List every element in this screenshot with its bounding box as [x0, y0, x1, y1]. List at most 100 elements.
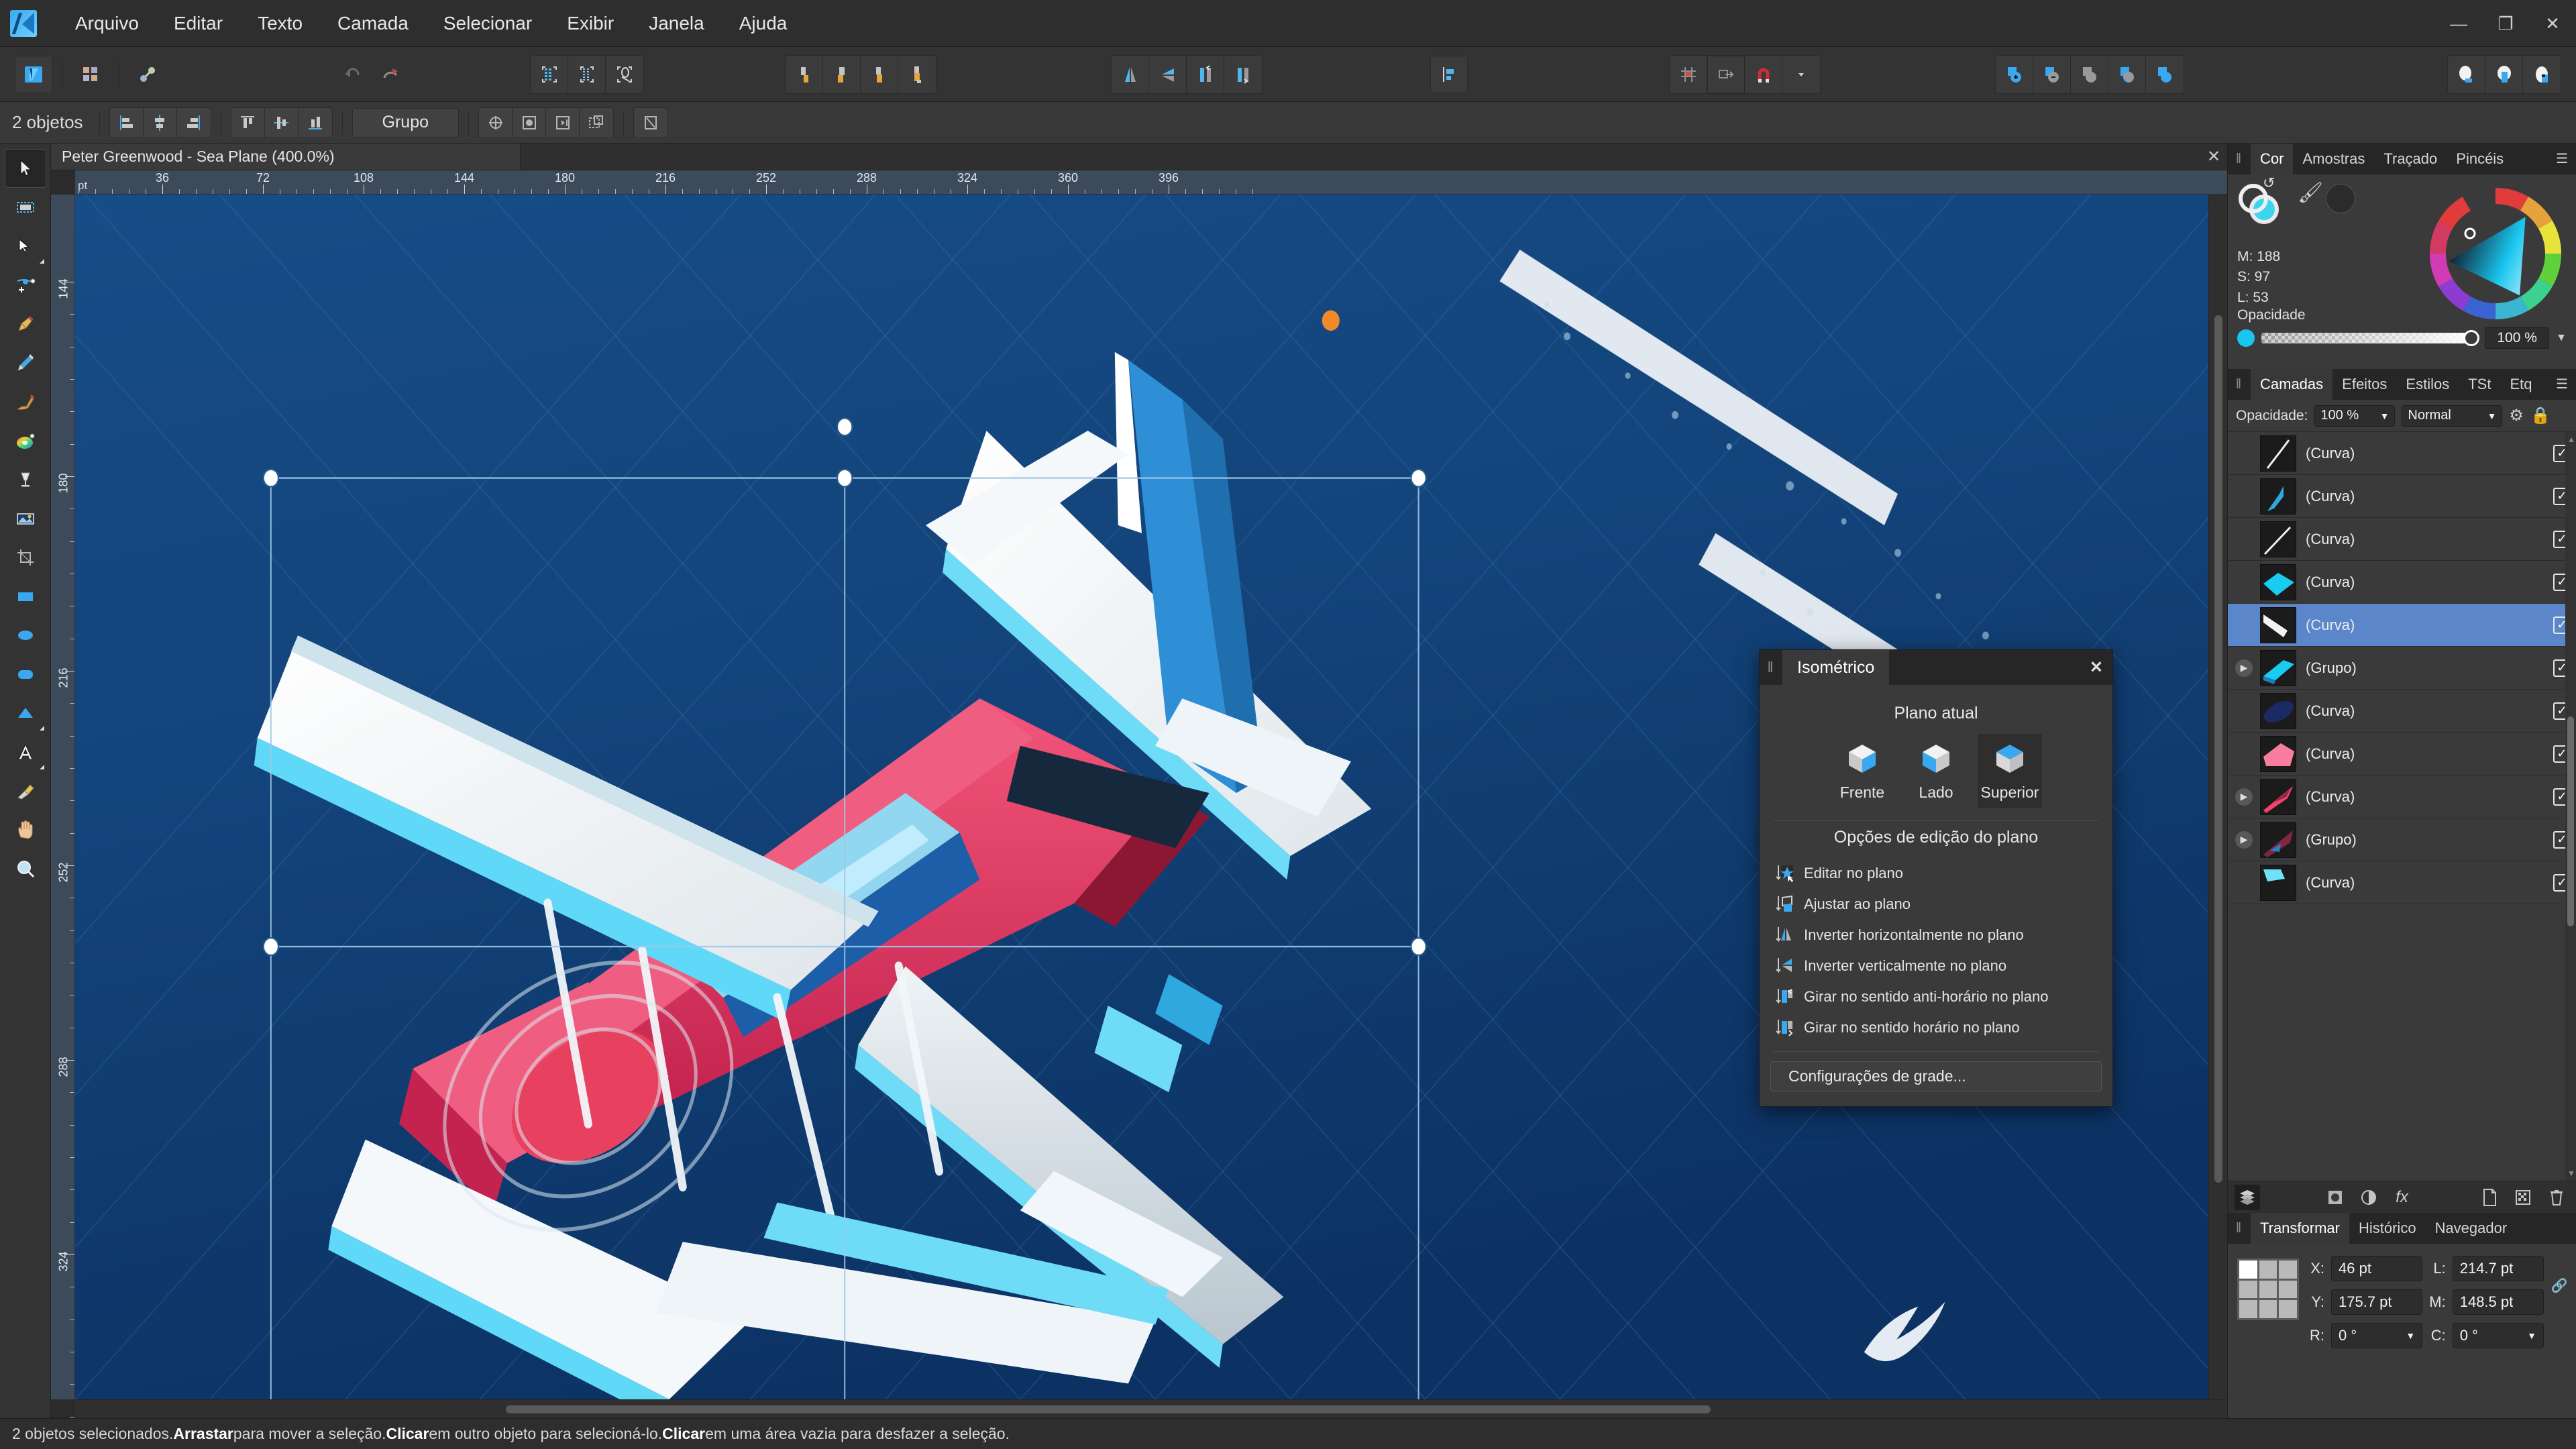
adjustment-icon[interactable] [2356, 1185, 2381, 1210]
ellipse-tool[interactable] [5, 616, 46, 655]
duplicate-button[interactable] [580, 108, 613, 138]
menu-texto[interactable]: Texto [240, 0, 320, 47]
zoom-tool[interactable] [5, 849, 46, 888]
table-row[interactable]: (Curva) ✓ [2228, 475, 2576, 518]
document-close-button[interactable]: ✕ [2200, 144, 2227, 170]
layers-scroll-thumb[interactable] [2567, 716, 2574, 926]
scroll-up-icon[interactable]: ▲ [2567, 435, 2575, 444]
panel-grip-icon[interactable]: ‖ [2228, 369, 2251, 400]
align-left-button[interactable] [110, 108, 144, 138]
align-center-h-button[interactable] [144, 108, 177, 138]
table-row[interactable]: ▶ (Grupo) ✓ [2228, 818, 2576, 861]
assistant-grid-button[interactable] [531, 56, 568, 93]
option-girar-anti-horario[interactable]: Girar no sentido anti-horário no plano [1770, 981, 2102, 1012]
vertical-scrollbar[interactable] [2208, 195, 2227, 1399]
tab-cor[interactable]: Cor [2251, 144, 2293, 174]
fill-tool[interactable] [5, 421, 46, 460]
shear-field[interactable]: 0 ° ▼ [2453, 1323, 2544, 1348]
artistic-text-tool[interactable] [5, 733, 46, 771]
color-wheel[interactable] [2428, 186, 2563, 321]
stroke-style-button[interactable] [2485, 56, 2523, 93]
maximize-button[interactable]: ❐ [2482, 0, 2529, 47]
tab-transformar[interactable]: Transformar [2251, 1213, 2349, 1244]
snap-to-grid-button[interactable] [1707, 56, 1745, 93]
redo-button[interactable] [372, 56, 409, 93]
new-layer-icon[interactable] [2477, 1185, 2502, 1210]
table-row[interactable]: (Curva) ✓ [2228, 604, 2576, 647]
vector-crop-tool[interactable] [5, 771, 46, 810]
horizontal-ruler[interactable]: pt 3672108144180216252288324360396 [75, 170, 2227, 195]
horizontal-scrollbar[interactable] [75, 1399, 2227, 1418]
triangle-tool[interactable] [5, 694, 46, 733]
pencil-tool[interactable] [5, 343, 46, 382]
option-inverter-horizontalmente[interactable]: Inverter horizontalmente no plano [1770, 920, 2102, 951]
align-bottom-button[interactable] [299, 108, 332, 138]
persona-designer-button[interactable] [15, 56, 52, 93]
table-row[interactable]: (Curva) ✓ [2228, 690, 2576, 733]
tab-pinceis[interactable]: Pincéis [2447, 144, 2513, 174]
vertical-scroll-thumb[interactable] [2214, 315, 2222, 1183]
undo-button[interactable] [334, 56, 372, 93]
option-ajustar-ao-plano[interactable]: Ajustar ao plano [1770, 889, 2102, 920]
persona-pixel-button[interactable] [72, 56, 109, 93]
panel-menu-icon[interactable]: ☰ [2556, 152, 2568, 166]
tab-tracado[interactable]: Traçado [2374, 144, 2447, 174]
move-tool[interactable] [5, 149, 46, 188]
close-button[interactable]: ✕ [2529, 0, 2576, 47]
layers-list[interactable]: (Curva) ✓ (Curva) ✓ (Curva) ✓ [2228, 432, 2576, 1181]
panel-grip-icon[interactable]: ‖ [1760, 659, 1782, 676]
horizontal-scroll-thumb[interactable] [506, 1405, 1711, 1413]
layer-opacity-field[interactable]: 100 % ▼ [2314, 405, 2395, 427]
blend-mode-dropdown[interactable]: Normal ▼ [2402, 405, 2502, 427]
layer-expand-toggle[interactable]: ▶ [2228, 831, 2260, 849]
color-picker-icon[interactable]: 🖌 [2298, 181, 2323, 205]
rounded-rectangle-tool[interactable] [5, 655, 46, 694]
table-row[interactable]: (Curva) ✓ [2228, 861, 2576, 904]
align-right-button[interactable] [177, 108, 211, 138]
tab-camadas[interactable]: Camadas [2251, 369, 2332, 400]
transparency-tool[interactable] [5, 460, 46, 499]
align-right-button[interactable] [861, 56, 898, 93]
tab-efeitos[interactable]: Efeitos [2332, 369, 2396, 400]
text-frame-button[interactable] [1430, 56, 1468, 93]
tab-tst[interactable]: TSt [2459, 369, 2500, 400]
tab-navegador[interactable]: Navegador [2426, 1213, 2517, 1244]
layer-expand-toggle[interactable]: ▶ [2228, 659, 2260, 677]
menu-editar[interactable]: Editar [156, 0, 240, 47]
plane-frente-button[interactable]: Frente [1830, 734, 1894, 808]
x-field[interactable]: 46 pt [2331, 1256, 2422, 1281]
menu-selecionar[interactable]: Selecionar [426, 0, 549, 47]
rotation-center-button[interactable] [479, 108, 513, 138]
tab-estilos[interactable]: Estilos [2396, 369, 2459, 400]
flip-vertical-button[interactable] [1149, 56, 1187, 93]
opacity-slider[interactable] [2261, 333, 2478, 343]
panel-menu-icon[interactable]: ☰ [2556, 378, 2568, 391]
gear-icon[interactable]: ⚙ [2509, 406, 2524, 425]
distribute-button[interactable] [898, 56, 936, 93]
node-tool[interactable] [5, 227, 46, 266]
persona-export-button[interactable] [129, 56, 166, 93]
opacity-caret-icon[interactable]: ▼ [2556, 332, 2567, 344]
tab-etq[interactable]: Etq [2500, 369, 2541, 400]
grid-settings-button[interactable]: Configurações de grade... [1770, 1061, 2102, 1091]
geometry-combine-button[interactable] [2146, 56, 2184, 93]
rotation-field[interactable]: 0 ° ▼ [2331, 1323, 2422, 1348]
show-grid-button[interactable] [1670, 56, 1707, 93]
corner-tool[interactable] [5, 266, 46, 305]
vertical-ruler[interactable]: 144180216252288324 [51, 195, 75, 1399]
isometric-panel-header[interactable]: ‖ Isométrico ✕ [1760, 650, 2112, 685]
plane-superior-button[interactable]: Superior [1978, 734, 2042, 808]
flip-horizontal-button[interactable] [1112, 56, 1149, 93]
swap-colors-icon[interactable]: ↺ [2263, 174, 2275, 192]
option-girar-horario[interactable]: Girar no sentido horário no plano [1770, 1012, 2102, 1043]
layers-stack-icon[interactable] [2235, 1185, 2260, 1210]
artboard-tool[interactable] [5, 188, 46, 227]
height-field[interactable]: 148.5 pt [2453, 1289, 2544, 1315]
fx-icon[interactable]: fx [2390, 1185, 2415, 1210]
minimize-button[interactable]: — [2435, 0, 2482, 47]
style-picker-button[interactable] [2523, 56, 2561, 93]
shape-snap-button[interactable] [606, 56, 643, 93]
isometric-panel-close-button[interactable]: ✕ [2090, 658, 2103, 678]
snapping-dropdown[interactable] [1782, 56, 1820, 93]
place-image-tool[interactable] [5, 499, 46, 538]
